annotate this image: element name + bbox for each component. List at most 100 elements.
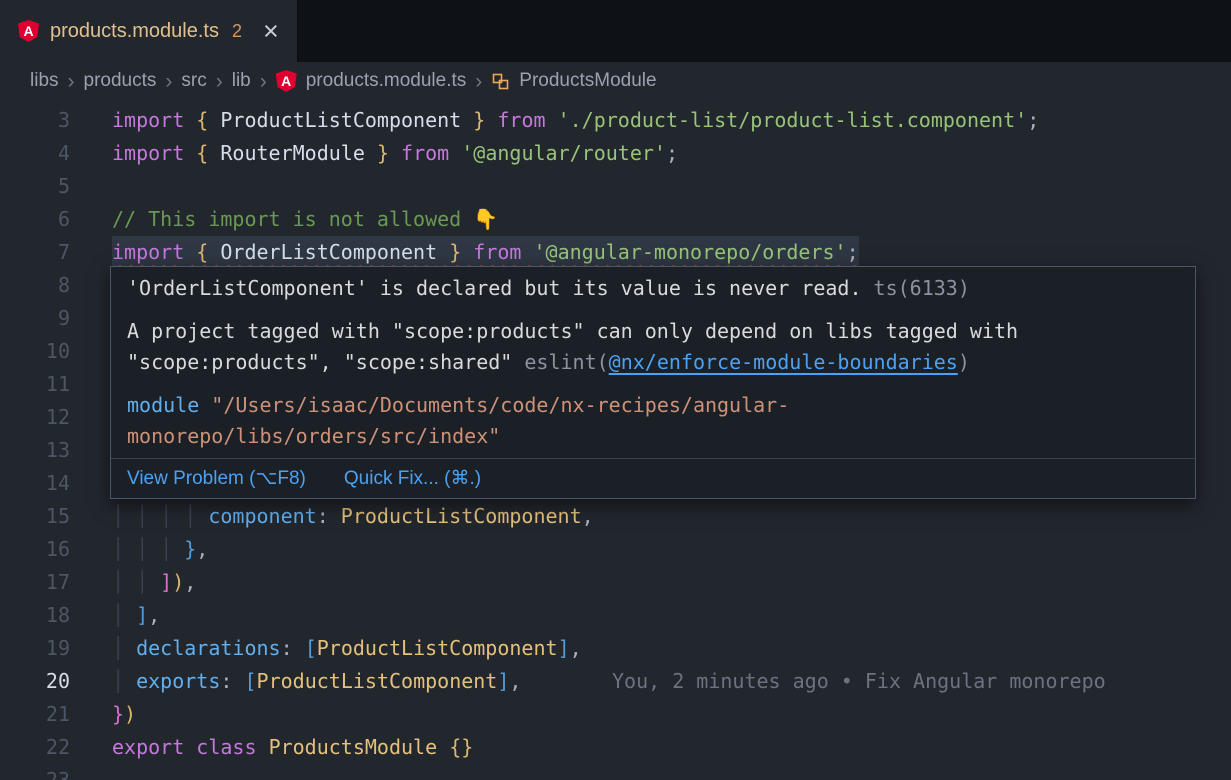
token-imp: OrderListComponent bbox=[220, 240, 437, 264]
token-pl bbox=[449, 141, 461, 165]
token-bk1: ) bbox=[172, 570, 184, 594]
chevron-right-icon: › bbox=[260, 71, 267, 92]
code-line: 20 │ exports: [ProductListComponent], You,… bbox=[0, 665, 1231, 698]
code-line: 16 │ │ │ }, bbox=[0, 533, 1231, 566]
code-line: 23 bbox=[0, 764, 1231, 780]
token-pl bbox=[461, 108, 473, 132]
token-kw: import bbox=[112, 141, 184, 165]
code-text[interactable]: │ │ │ }, bbox=[112, 533, 208, 566]
line-number: 12 bbox=[0, 401, 70, 434]
line-number: 5 bbox=[0, 170, 70, 203]
token-str2: monorepo/libs/orders/src/index" bbox=[127, 424, 500, 448]
token-pl bbox=[208, 141, 220, 165]
chevron-right-icon: › bbox=[216, 71, 223, 92]
token-gd: │ │ │ bbox=[112, 537, 184, 561]
token-pl: : bbox=[281, 636, 305, 660]
breadcrumb-item-products[interactable]: products bbox=[84, 70, 157, 92]
token-bk1: { bbox=[196, 108, 208, 132]
token-pl: , bbox=[509, 669, 521, 693]
token-pl bbox=[365, 141, 377, 165]
token-emoji: 👇 bbox=[473, 207, 498, 231]
code-text[interactable]: │ │ ]), bbox=[112, 566, 196, 599]
editor-tab-products-module[interactable]: A products.module.ts 2 × bbox=[0, 0, 298, 62]
token-fg: A project tagged with "scope:products" c… bbox=[127, 319, 1018, 343]
token-bk3: [ bbox=[244, 669, 256, 693]
line-number: 18 bbox=[0, 599, 70, 632]
code-text[interactable]: import { ProductListComponent } from './… bbox=[112, 104, 1039, 137]
eslint-rule-link[interactable]: @nx/enforce-module-boundaries bbox=[609, 350, 958, 374]
breadcrumb: libs › products › src › lib › A products… bbox=[0, 62, 1231, 100]
hover-text-line: "scope:products", "scope:shared" eslint(… bbox=[127, 347, 1179, 378]
code-line: 3 import { ProductListComponent } from '.… bbox=[0, 104, 1231, 137]
token-pl bbox=[437, 240, 449, 264]
tab-strip: A products.module.ts 2 × bbox=[0, 0, 1231, 62]
token-dim: eslint( bbox=[524, 350, 608, 374]
chevron-right-icon: › bbox=[165, 71, 172, 92]
token-bk1: } bbox=[473, 108, 485, 132]
line-number: 6 bbox=[0, 203, 70, 236]
code-line: 5 bbox=[0, 170, 1231, 203]
code-text[interactable]: │ declarations: [ProductListComponent], bbox=[112, 632, 582, 665]
line-number: 23 bbox=[0, 764, 70, 780]
code-text[interactable]: }) bbox=[112, 698, 136, 731]
line-number: 22 bbox=[0, 731, 70, 764]
token-pl bbox=[257, 735, 269, 759]
line-number: 3 bbox=[0, 104, 70, 137]
code-text[interactable]: export class ProductsModule {} bbox=[112, 731, 473, 764]
token-str: './product-list/product-list.component' bbox=[558, 108, 1028, 132]
code-text-error[interactable]: import { OrderListComponent } from '@ang… bbox=[112, 236, 859, 269]
token-bk1: {} bbox=[449, 735, 473, 759]
token-bk3: ] bbox=[558, 636, 570, 660]
code-line: 21}) bbox=[0, 698, 1231, 731]
token-gd: │ bbox=[112, 603, 136, 627]
token-pl: , bbox=[570, 636, 582, 660]
token-prop: declarations bbox=[136, 636, 281, 660]
token-str: '@angular/router' bbox=[461, 141, 666, 165]
token-dim: ) bbox=[958, 350, 970, 374]
chevron-right-icon: › bbox=[68, 71, 75, 92]
token-kw: from bbox=[473, 240, 521, 264]
code-line: 7import { OrderListComponent } from '@an… bbox=[0, 236, 1231, 269]
breadcrumb-item-src[interactable]: src bbox=[181, 70, 206, 92]
token-pl bbox=[208, 108, 220, 132]
token-pl: : bbox=[317, 504, 341, 528]
breadcrumb-item-file[interactable]: products.module.ts bbox=[306, 70, 467, 92]
token-pl bbox=[184, 240, 196, 264]
line-number: 8 bbox=[0, 269, 70, 302]
quick-fix-action[interactable]: Quick Fix... (⌘.) bbox=[344, 467, 481, 490]
line-number: 10 bbox=[0, 335, 70, 368]
code-text[interactable]: │ exports: [ProductListComponent], bbox=[112, 665, 521, 698]
token-bk3: ] bbox=[136, 603, 148, 627]
breadcrumb-item-symbol[interactable]: ProductsModule bbox=[519, 70, 656, 92]
hover-text-line: monorepo/libs/orders/src/index" bbox=[127, 421, 1179, 452]
tab-title: products.module.ts bbox=[50, 20, 219, 43]
hover-text-line: A project tagged with "scope:products" c… bbox=[127, 316, 1179, 347]
line-number: 15 bbox=[0, 500, 70, 533]
code-text[interactable]: import { RouterModule } from '@angular/r… bbox=[112, 137, 678, 170]
breadcrumb-item-lib[interactable]: lib bbox=[232, 70, 251, 92]
token-cls: ProductListComponent bbox=[341, 504, 582, 528]
line-number: 4 bbox=[0, 137, 70, 170]
token-bk1: { bbox=[196, 141, 208, 165]
token-pl: : bbox=[220, 669, 244, 693]
code-text[interactable]: // This import is not allowed 👇 bbox=[112, 203, 498, 236]
token-pl: ; bbox=[847, 240, 859, 264]
code-text[interactable]: │ │ │ │ component: ProductListComponent, bbox=[112, 500, 594, 533]
token-bk1: } bbox=[377, 141, 389, 165]
line-number: 20 bbox=[0, 665, 70, 698]
token-fg: 'OrderListComponent' is declared but its… bbox=[127, 276, 862, 300]
token-pl bbox=[208, 240, 220, 264]
token-bk3: ] bbox=[497, 669, 509, 693]
breadcrumb-item-libs[interactable]: libs bbox=[30, 70, 59, 92]
token-bk1: { bbox=[196, 240, 208, 264]
token-pl: ; bbox=[1027, 108, 1039, 132]
git-blame-annotation: You, 2 minutes ago • Fix Angular monorep… bbox=[612, 665, 1106, 698]
code-line: 22 export class ProductsModule {} bbox=[0, 731, 1231, 764]
line-number: 16 bbox=[0, 533, 70, 566]
close-icon[interactable]: × bbox=[263, 18, 279, 45]
token-prop: exports bbox=[136, 669, 220, 693]
token-prop: component bbox=[208, 504, 316, 528]
view-problem-action[interactable]: View Problem (⌥F8) bbox=[127, 467, 306, 490]
token-fg: "scope:products", "scope:shared" bbox=[127, 350, 524, 374]
code-text[interactable]: │ ], bbox=[112, 599, 160, 632]
